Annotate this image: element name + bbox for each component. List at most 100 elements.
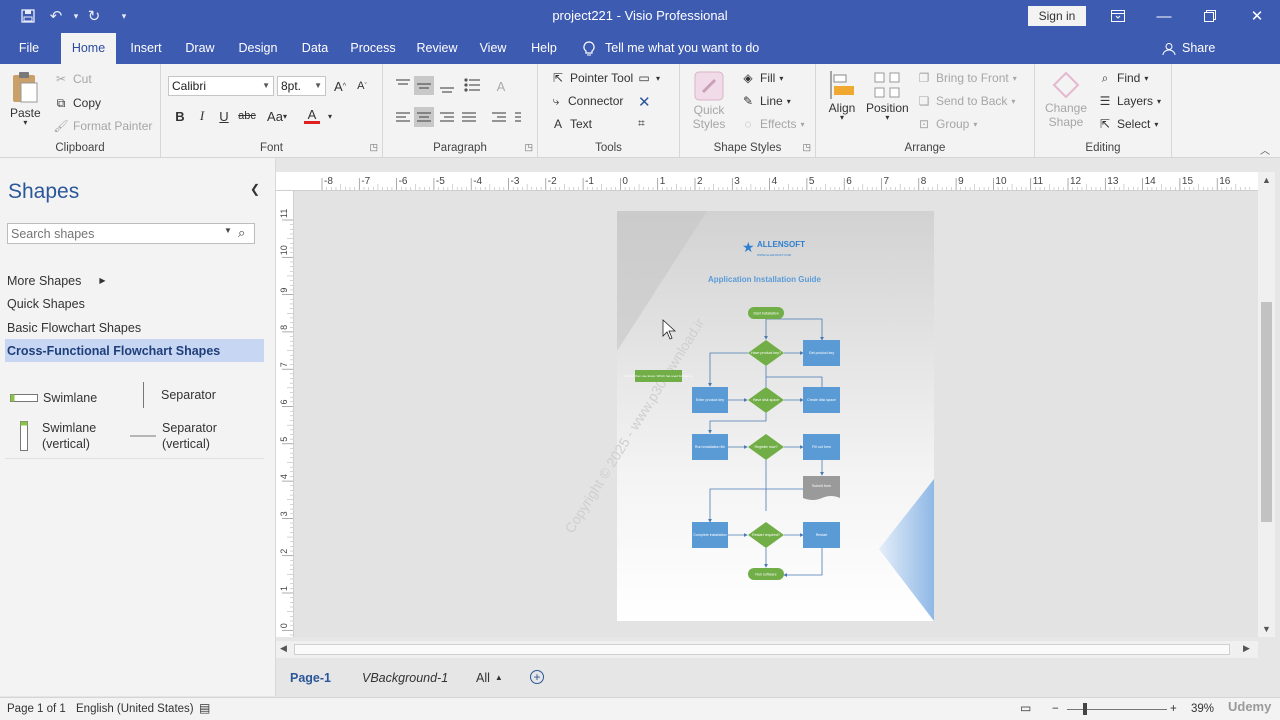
grow-font-icon[interactable]: A ^ [330, 76, 350, 96]
find-button[interactable]: ⌕ Find ▾ [1097, 70, 1149, 86]
horizontal-scrollbar[interactable]: ◀ ▶ [276, 641, 1258, 658]
sign-in-button[interactable]: Sign in [1028, 6, 1086, 26]
tab-file[interactable]: File [8, 33, 50, 64]
language-status[interactable]: English (United States) [76, 703, 194, 715]
collapse-pane-icon[interactable]: ❮ [250, 182, 260, 196]
stencil-quick-shapes[interactable]: Quick Shapes [7, 297, 85, 311]
scroll-left-icon[interactable]: ◀ [280, 643, 287, 654]
pointer-tool-button[interactable]: ⇱ Pointer Tool [550, 70, 633, 86]
zoom-level[interactable]: 39% [1191, 703, 1214, 715]
text-tool-button[interactable]: A Text [550, 116, 592, 132]
strikethrough-icon[interactable]: abc [237, 106, 257, 126]
tab-process[interactable]: Process [346, 33, 400, 64]
tab-home[interactable]: Home [61, 33, 116, 64]
presentation-mode-icon[interactable]: ▭ [1020, 701, 1031, 715]
h-ruler-label: 0 [622, 176, 628, 187]
font-color-icon[interactable]: A [302, 106, 322, 126]
scroll-up-icon[interactable]: ▲ [1262, 175, 1271, 185]
page-tab-all[interactable]: All ▲ [476, 671, 503, 685]
effects-button[interactable]: ◌ Effects ▾ [740, 116, 804, 132]
crop-tool-icon[interactable]: ⌗ [638, 116, 645, 131]
tell-me-box[interactable]: Tell me what you want to do [583, 33, 759, 64]
select-button[interactable]: ⇱ Select ▾ [1097, 116, 1158, 132]
copy-button[interactable]: ⧉ Copy [53, 95, 101, 111]
send-to-back-button[interactable]: ❏ Send to Back ▾ [916, 93, 1016, 109]
stencil-basic-flowchart[interactable]: Basic Flowchart Shapes [7, 321, 141, 335]
zoom-slider-thumb[interactable] [1082, 703, 1087, 715]
ribbon-display-options-icon[interactable] [1101, 4, 1135, 28]
search-shapes-box[interactable]: ▼ ⌕ [7, 223, 255, 244]
font-color-dropdown-icon[interactable]: ▾ [320, 106, 340, 126]
page-tab-background[interactable]: VBackground-1 [362, 671, 448, 685]
h-ruler-label: 11 [1033, 176, 1044, 187]
tab-insert[interactable]: Insert [124, 33, 168, 64]
master-separator-vertical[interactable]: Separator (vertical) [130, 420, 217, 452]
connection-point-icon[interactable]: ✕ [638, 93, 651, 111]
h-ruler-label: 1 [660, 176, 666, 187]
italic-icon[interactable]: I [192, 106, 212, 126]
cut-button[interactable]: ✂ Cut [53, 71, 92, 87]
change-case-icon[interactable]: Aa ▾ [262, 106, 292, 126]
line-button[interactable]: ✎ Line ▾ [740, 93, 791, 109]
vertical-scroll-thumb[interactable] [1261, 302, 1272, 522]
tab-review[interactable]: Review [412, 33, 462, 64]
search-icon[interactable]: ⌕ [238, 225, 245, 241]
h-ruler-label: 13 [1107, 176, 1119, 187]
tab-draw[interactable]: Draw [180, 33, 220, 64]
scroll-right-icon[interactable]: ▶ [1243, 643, 1250, 654]
fill-button[interactable]: ◈ Fill ▾ [740, 70, 783, 86]
font-dialog-launcher-icon[interactable]: ◳ [369, 142, 378, 153]
quick-styles-button[interactable]: Quick Styles [692, 70, 726, 131]
zoom-out-icon[interactable]: − [1052, 703, 1059, 715]
save-icon[interactable] [16, 6, 40, 26]
tab-help[interactable]: Help [524, 33, 564, 64]
tab-data[interactable]: Data [296, 33, 334, 64]
format-painter-button[interactable]: 🖌 Format Painter [53, 118, 152, 134]
customize-toolbar-icon[interactable]: ▾ [112, 6, 136, 26]
page-number-status[interactable]: Page 1 of 1 [7, 703, 66, 715]
font-family-select[interactable]: Calibri ▼ [168, 76, 274, 96]
share-button[interactable]: Share [1162, 33, 1215, 64]
scroll-down-icon[interactable]: ▼ [1262, 624, 1271, 634]
tab-design[interactable]: Design [233, 33, 283, 64]
rectangle-tool-button[interactable]: ▭ ▾ [636, 70, 660, 86]
more-shapes-menu[interactable]: More Shapes ▶ [7, 274, 106, 288]
position-button[interactable]: Position ▾ [866, 70, 909, 122]
macro-record-icon[interactable]: ▤ [199, 701, 210, 715]
text-direction-icon[interactable]: A [491, 76, 511, 96]
master-separator[interactable]: Separator [142, 382, 216, 408]
underline-icon[interactable]: U [214, 106, 234, 126]
paste-dropdown-icon[interactable]: ▾ [23, 118, 27, 127]
page-tab-page1[interactable]: Page-1 [290, 671, 331, 685]
master-swimlane-vertical[interactable]: Swimlane (vertical) [20, 420, 96, 452]
redo-icon[interactable]: ↻ [82, 6, 106, 26]
shrink-font-icon[interactable]: Aˇ [352, 76, 372, 96]
collapse-ribbon-icon[interactable]: ︿ [1260, 142, 1270, 157]
search-shapes-input[interactable] [8, 224, 218, 243]
paste-button[interactable]: Paste ▾ [10, 70, 41, 127]
paragraph-dialog-launcher-icon[interactable]: ◳ [524, 142, 533, 153]
font-size-select[interactable]: 8pt. ▼ [277, 76, 326, 96]
drawing-canvas[interactable]: ★ ALLENSOFT WWW.ALLENSOFT.COM Applicatio… [294, 191, 1258, 637]
layers-button[interactable]: ☰ Layers ▾ [1097, 93, 1161, 109]
bold-icon[interactable]: B [170, 106, 190, 126]
horizontal-scroll-thumb[interactable] [294, 644, 1230, 655]
add-page-icon[interactable]: + [530, 670, 544, 684]
restore-icon[interactable] [1193, 4, 1227, 28]
stencil-cross-functional[interactable]: Cross-Functional Flowchart Shapes [7, 344, 220, 358]
align-button[interactable]: Align ▾ [828, 70, 856, 122]
shape-styles-dialog-launcher-icon[interactable]: ◳ [802, 142, 811, 153]
chevron-down-icon[interactable]: ▼ [224, 226, 232, 235]
bring-to-front-button[interactable]: ❐ Bring to Front ▾ [916, 70, 1017, 86]
zoom-in-icon[interactable]: + [1170, 703, 1177, 715]
drawing-page[interactable]: ★ ALLENSOFT WWW.ALLENSOFT.COM Applicatio… [294, 191, 1258, 637]
master-swimlane[interactable]: Swimlane [10, 390, 97, 406]
close-icon[interactable]: ✕ [1240, 4, 1274, 28]
tab-view[interactable]: View [474, 33, 512, 64]
change-shape-button[interactable]: Change Shape [1044, 70, 1088, 129]
shapes-pane: Shapes ❮ ▼ ⌕ More Shapes ▶ Quick Shapes … [0, 158, 276, 696]
vertical-scrollbar[interactable]: ▲ ▼ [1258, 172, 1275, 637]
connector-button[interactable]: ⤷ Connector [548, 93, 624, 109]
minimize-icon[interactable]: — [1147, 4, 1181, 28]
group-button[interactable]: ⊡ Group ▾ [916, 116, 977, 132]
